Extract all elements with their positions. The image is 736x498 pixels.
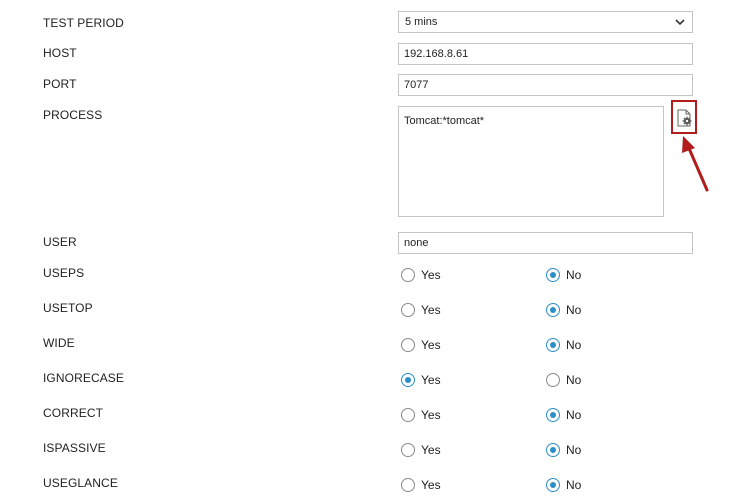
ignorecase-no-option[interactable]: No — [546, 372, 581, 388]
useps-label: USEPS — [43, 266, 85, 280]
host-input[interactable]: 192.168.8.61 — [398, 43, 693, 65]
usetop-yes-option[interactable]: Yes — [401, 302, 441, 318]
ignorecase-no-radio[interactable] — [546, 373, 560, 387]
useps-no-option[interactable]: No — [546, 267, 581, 283]
process-textarea[interactable]: Tomcat:*tomcat* — [398, 106, 664, 217]
wide-yes-option[interactable]: Yes — [401, 337, 441, 353]
useglance-yes-text: Yes — [421, 478, 441, 492]
ispassive-yes-option[interactable]: Yes — [401, 442, 441, 458]
usetop-no-option[interactable]: No — [546, 302, 581, 318]
correct-no-option[interactable]: No — [546, 407, 581, 423]
document-gear-icon — [677, 109, 692, 127]
correct-yes-option[interactable]: Yes — [401, 407, 441, 423]
useglance-yes-option[interactable]: Yes — [401, 477, 441, 493]
ignorecase-no-text: No — [566, 373, 582, 387]
host-label: HOST — [43, 46, 77, 60]
usetop-no-text: No — [566, 303, 582, 317]
user-label: USER — [43, 235, 77, 249]
usetop-no-radio[interactable] — [546, 303, 560, 317]
usetop-yes-radio[interactable] — [401, 303, 415, 317]
useglance-no-option[interactable]: No — [546, 477, 581, 493]
ispassive-no-option[interactable]: No — [546, 442, 581, 458]
correct-no-radio[interactable] — [546, 408, 560, 422]
user-input[interactable]: none — [398, 232, 693, 254]
useglance-no-text: No — [566, 478, 582, 492]
test-period-label: TEST PERIOD — [43, 16, 124, 30]
useps-no-text: No — [566, 268, 582, 282]
port-input[interactable]: 7077 — [398, 74, 693, 96]
useps-yes-radio[interactable] — [401, 268, 415, 282]
correct-yes-text: Yes — [421, 408, 441, 422]
ignorecase-label: IGNORECASE — [43, 371, 125, 385]
useglance-label: USEGLANCE — [43, 476, 118, 490]
test-period-value: 5 mins — [405, 16, 438, 28]
useps-no-radio[interactable] — [546, 268, 560, 282]
wide-no-text: No — [566, 338, 582, 352]
wide-yes-text: Yes — [421, 338, 441, 352]
correct-no-text: No — [566, 408, 582, 422]
ignorecase-yes-text: Yes — [421, 373, 441, 387]
ispassive-yes-radio[interactable] — [401, 443, 415, 457]
correct-yes-radio[interactable] — [401, 408, 415, 422]
process-label: PROCESS — [43, 108, 103, 122]
ispassive-no-radio[interactable] — [546, 443, 560, 457]
wide-label: WIDE — [43, 336, 75, 350]
useglance-yes-radio[interactable] — [401, 478, 415, 492]
process-helper-button[interactable] — [671, 100, 697, 134]
usetop-yes-text: Yes — [421, 303, 441, 317]
wide-yes-radio[interactable] — [401, 338, 415, 352]
usetop-label: USETOP — [43, 301, 93, 315]
useglance-no-radio[interactable] — [546, 478, 560, 492]
test-period-select[interactable]: 5 mins — [398, 11, 693, 33]
wide-no-radio[interactable] — [546, 338, 560, 352]
ispassive-no-text: No — [566, 443, 582, 457]
port-label: PORT — [43, 77, 77, 91]
wide-no-option[interactable]: No — [546, 337, 581, 353]
correct-label: CORRECT — [43, 406, 104, 420]
useps-yes-text: Yes — [421, 268, 441, 282]
ispassive-label: ISPASSIVE — [43, 441, 106, 455]
ispassive-yes-text: Yes — [421, 443, 441, 457]
ignorecase-yes-radio[interactable] — [401, 373, 415, 387]
chevron-down-icon — [675, 19, 685, 26]
ignorecase-yes-option[interactable]: Yes — [401, 372, 441, 388]
red-arrow-icon — [682, 136, 709, 192]
useps-yes-option[interactable]: Yes — [401, 267, 441, 283]
